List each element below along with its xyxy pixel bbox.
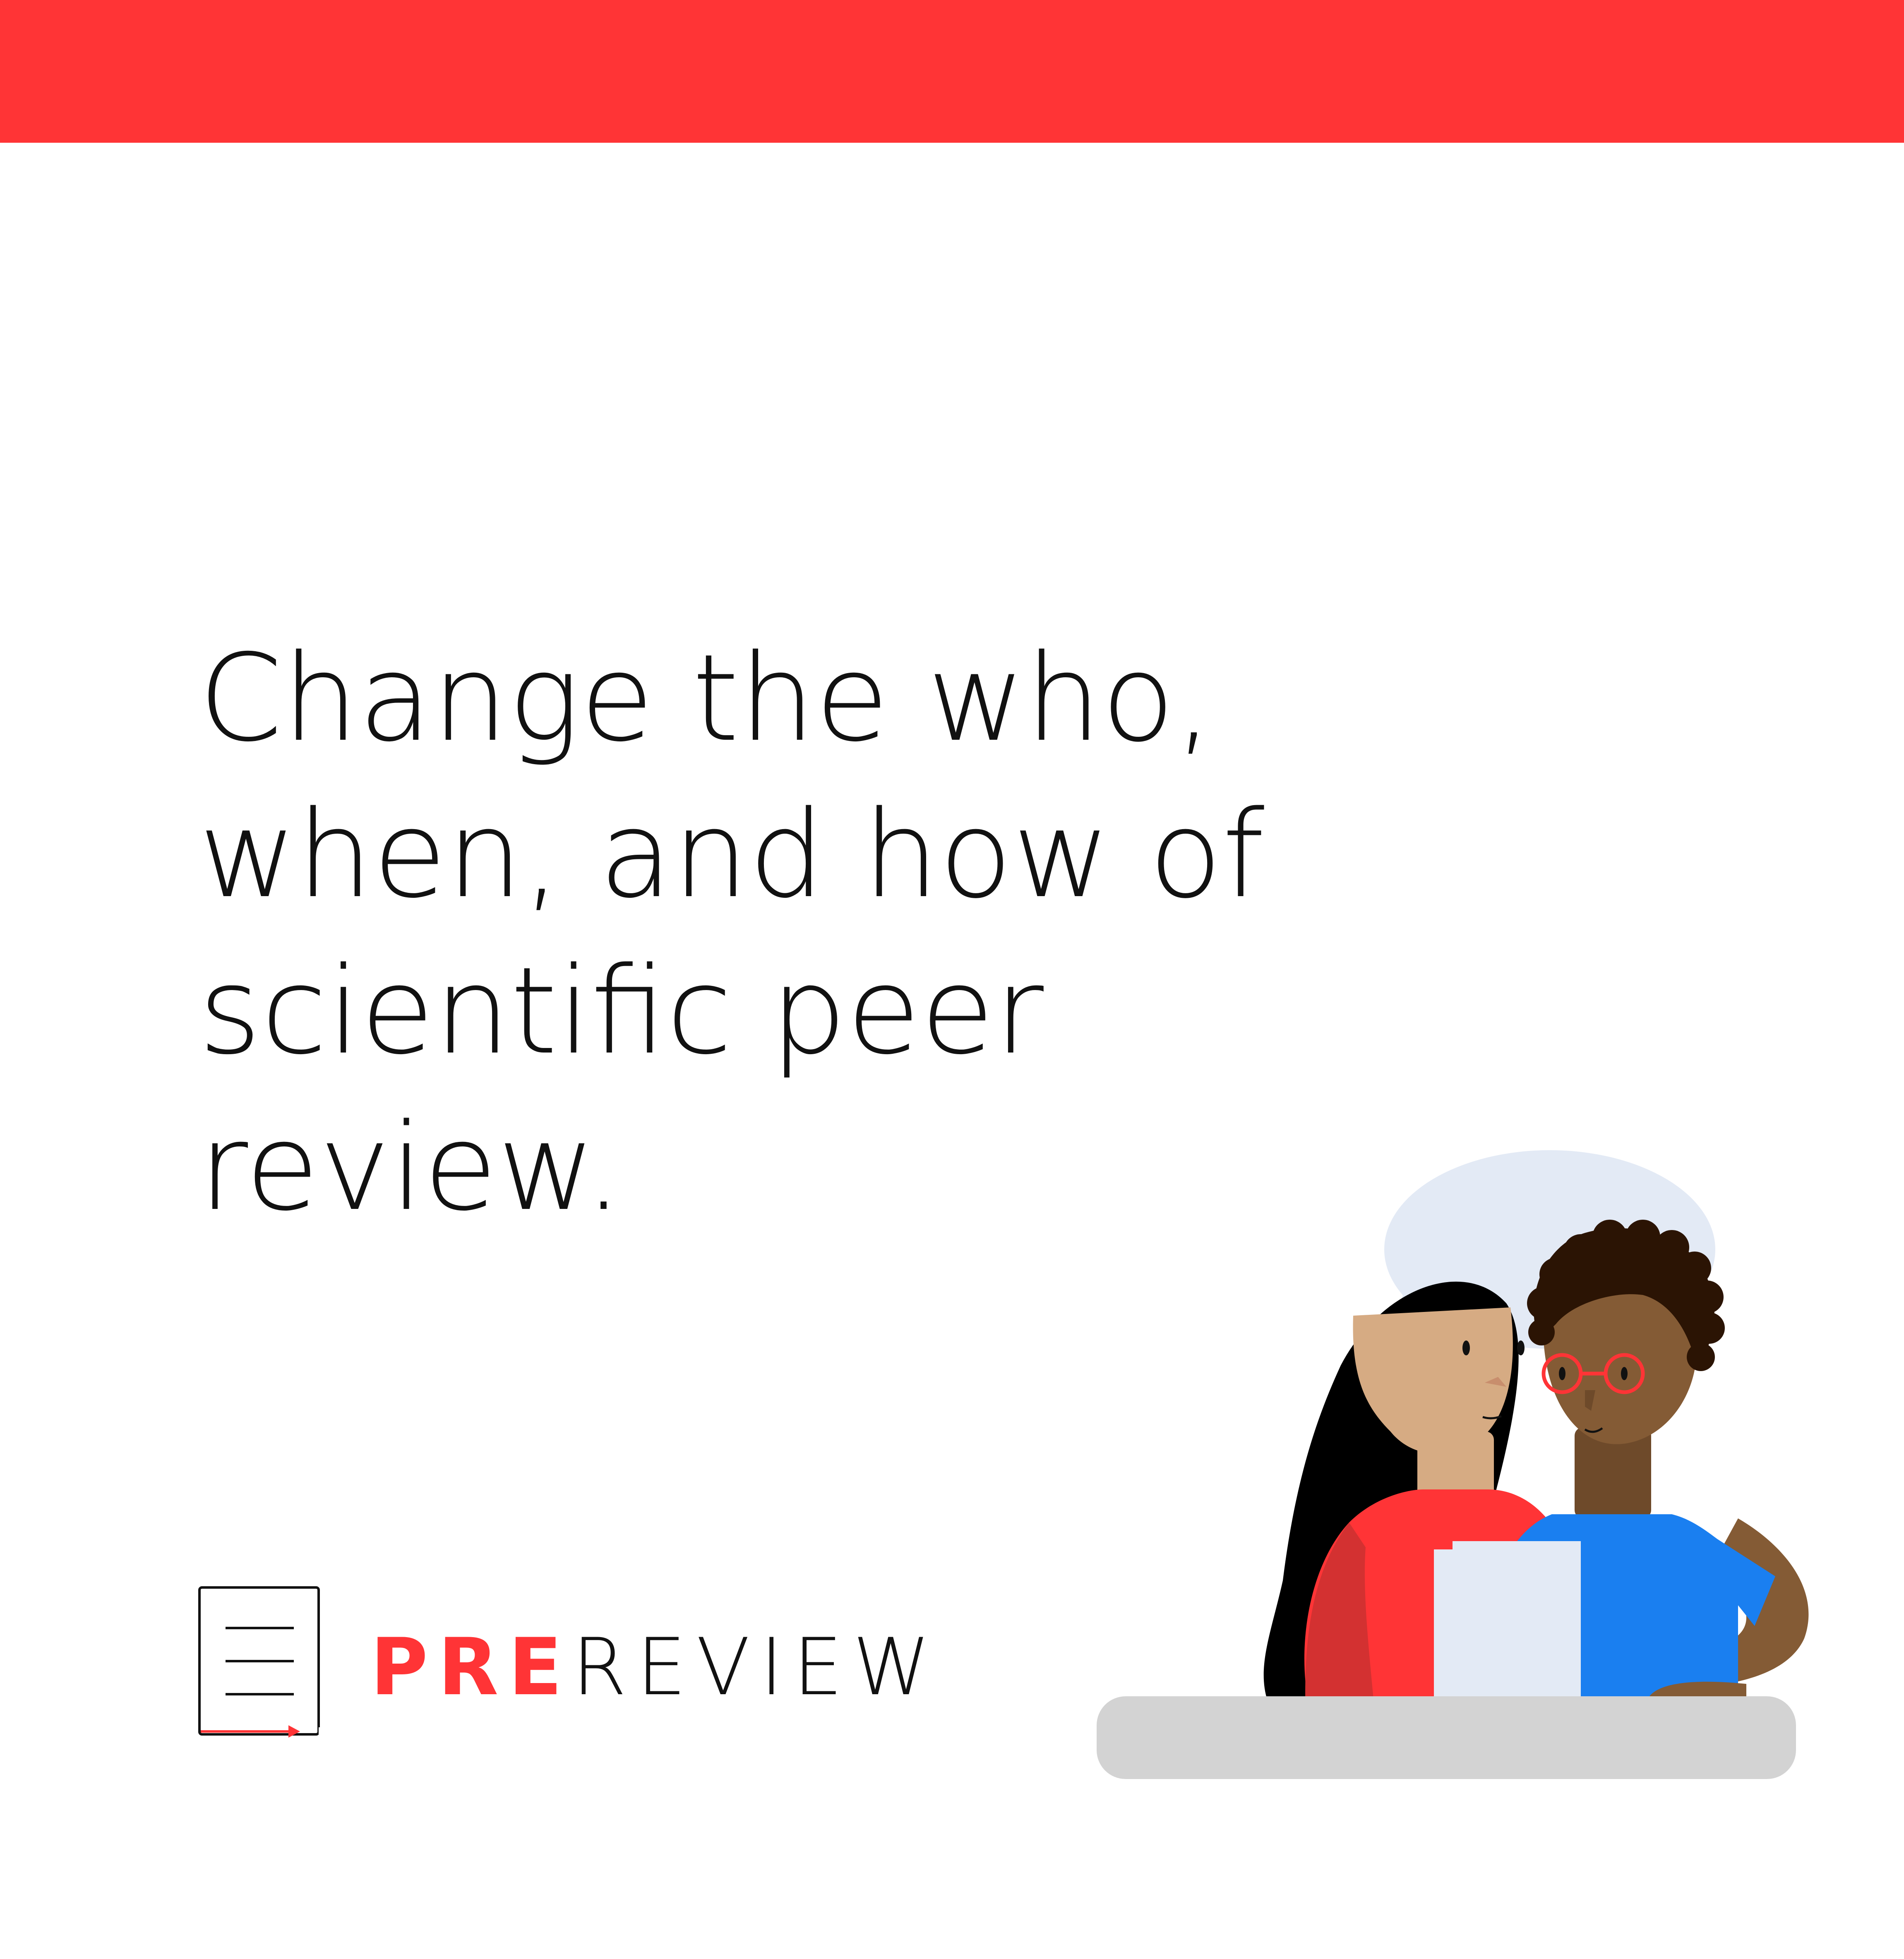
prereview-logo: PREREVIEW: [197, 1585, 930, 1742]
headline-line-3: scientific peer: [199, 942, 1044, 1081]
table: [1097, 1696, 1796, 1779]
headline-line-2: when, and how of: [199, 785, 1265, 925]
two-reviewers-illustration: [1097, 1150, 1809, 1779]
logo-wordmark: PREREVIEW: [370, 1622, 940, 1713]
document-with-arrow-icon: [198, 1586, 327, 1738]
page: Change the who, when, and how of scienti…: [0, 0, 1904, 1959]
top-accent-bar: [0, 0, 1904, 143]
logo-wordmark-pre: PRE: [370, 1621, 572, 1713]
logo-wordmark-review: REVIEW: [572, 1621, 941, 1713]
headline-line-1: Change the who,: [199, 629, 1213, 768]
